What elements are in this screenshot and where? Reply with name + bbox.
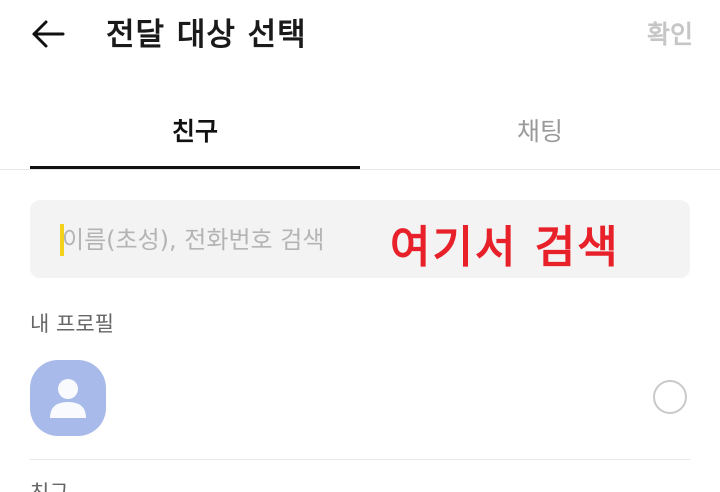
avatar [30,360,106,436]
arrow-left-icon [30,19,66,53]
back-button[interactable] [30,16,74,56]
my-profile-row[interactable] [0,356,720,440]
annotation-label: 여기서 검색 [390,222,620,273]
person-icon [30,379,106,436]
forward-target-screen: 전달 대상 선택 확인 친구 채팅 이름(초성), 전화번호 검색 여기서 검색… [0,0,720,492]
select-radio[interactable] [653,380,687,414]
section-label-my-profile: 내 프로필 [30,312,114,336]
tab-friends[interactable]: 친구 [30,92,360,168]
header-bar: 전달 대상 선택 확인 [0,0,720,72]
tab-bar: 친구 채팅 [0,92,720,170]
tabs-divider [0,169,720,170]
tab-chat[interactable]: 채팅 [375,92,705,168]
section-label-friends: 친구 [30,478,69,492]
confirm-button[interactable]: 확인 [647,16,693,54]
section-divider [30,459,690,460]
search-placeholder: 이름(초성), 전화번호 검색 [62,226,325,254]
page-title: 전달 대상 선택 [106,17,307,53]
